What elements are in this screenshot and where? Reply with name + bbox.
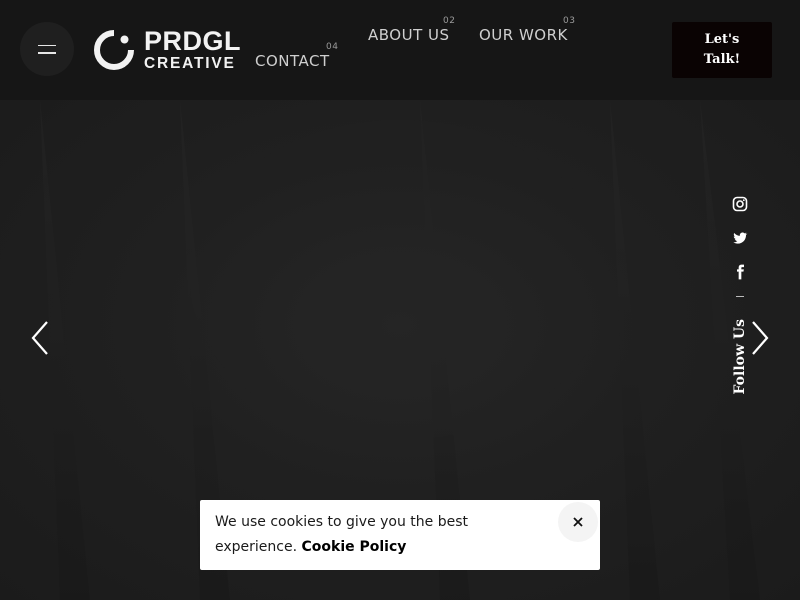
close-icon <box>573 517 583 527</box>
logo-mark-icon <box>94 30 134 70</box>
nav-number: 04 <box>326 42 339 52</box>
nav-our-work[interactable]: OUR WORK 03 <box>479 16 575 44</box>
site-header: PRDGL CREATIVE ABOUT US 02 OUR WORK 03 C… <box>0 0 800 100</box>
nav-number: 02 <box>443 16 456 26</box>
cookie-banner: We use cookies to give you the best expe… <box>200 500 600 570</box>
logo-subtitle: CREATIVE <box>144 55 236 73</box>
follow-us-label: Follow Us <box>732 319 748 395</box>
cta-line-2: Talk! <box>703 52 741 67</box>
nav-label: ABOUT US <box>368 26 450 44</box>
lets-talk-button[interactable]: Let's Talk! <box>672 22 772 78</box>
logo-title: PRDGL <box>144 26 241 57</box>
cookie-message: We use cookies to give you the best expe… <box>215 510 535 560</box>
cookie-policy-link[interactable]: Cookie Policy <box>302 539 407 555</box>
instagram-icon[interactable] <box>732 196 748 212</box>
prev-slide-button[interactable] <box>28 318 52 358</box>
cookie-close-button[interactable] <box>558 502 598 542</box>
social-links: Follow Us <box>728 196 752 395</box>
menu-button[interactable] <box>20 22 74 76</box>
nav-about-us[interactable]: ABOUT US 02 <box>368 16 455 44</box>
logo[interactable]: PRDGL CREATIVE <box>94 26 241 73</box>
divider <box>736 296 744 297</box>
cta-line-1: Let's <box>704 32 740 47</box>
facebook-icon[interactable] <box>732 264 748 280</box>
chevron-left-icon <box>31 321 48 355</box>
hamburger-icon-line <box>38 52 56 54</box>
twitter-icon[interactable] <box>732 230 748 246</box>
nav-label: CONTACT <box>255 52 330 70</box>
hamburger-icon <box>38 44 56 46</box>
nav-contact[interactable]: CONTACT 04 <box>255 42 338 70</box>
nav-label: OUR WORK <box>479 26 568 44</box>
nav-number: 03 <box>563 16 576 26</box>
